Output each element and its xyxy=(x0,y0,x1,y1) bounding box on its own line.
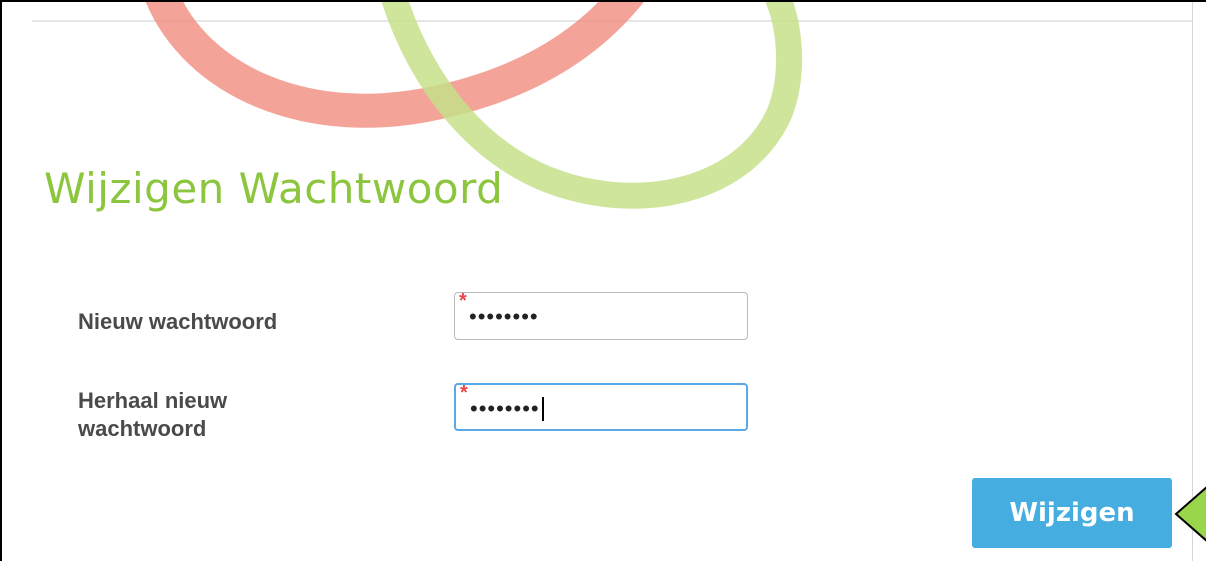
text-caret xyxy=(541,397,544,421)
new-password-field[interactable]: * •••••••• xyxy=(454,292,748,340)
password-change-page: Wijzigen Wachtwoord Nieuw wachtwoord * •… xyxy=(10,2,1193,561)
required-marker: * xyxy=(460,383,468,404)
repeat-password-label: Herhaal nieuw wachtwoord xyxy=(78,388,228,441)
pointer-arrow-icon xyxy=(1174,486,1206,542)
new-password-label: Nieuw wachtwoord xyxy=(78,309,278,334)
page-title: Wijzigen Wachtwoord xyxy=(44,164,504,213)
wijzigen-button[interactable]: Wijzigen xyxy=(972,478,1172,548)
repeat-password-field[interactable]: * •••••••• xyxy=(454,383,748,431)
decorative-swooshes xyxy=(145,2,803,209)
new-password-value: •••••••• xyxy=(469,304,539,329)
repeat-password-value-wrap: •••••••• xyxy=(470,397,544,421)
repeat-password-value: •••••••• xyxy=(470,396,540,421)
required-marker: * xyxy=(459,292,467,312)
screenshot-frame: Wijzigen Wachtwoord Nieuw wachtwoord * •… xyxy=(0,0,1206,561)
